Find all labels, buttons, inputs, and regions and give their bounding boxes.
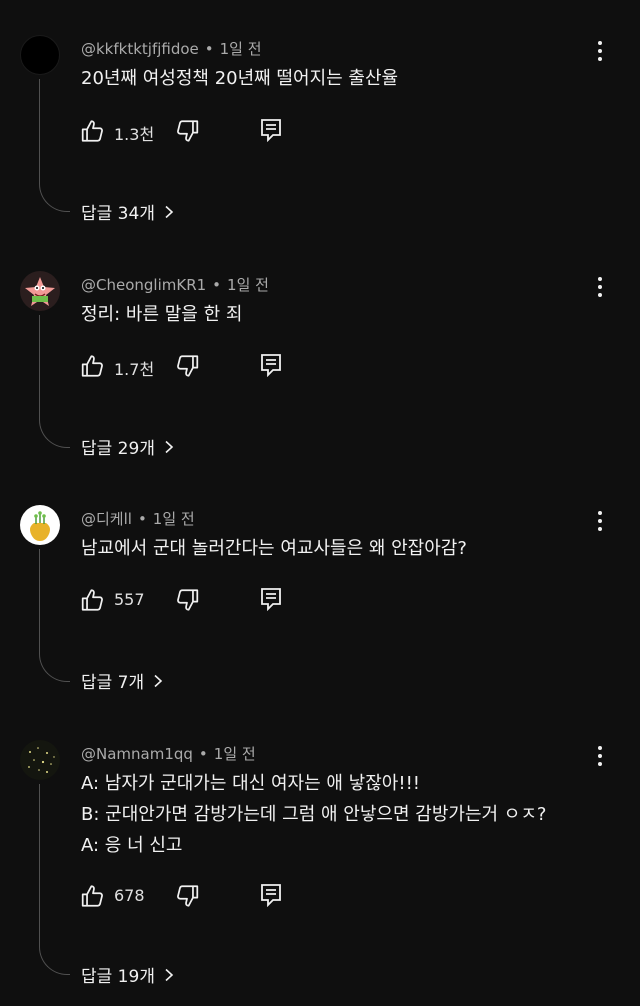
more-vert-icon[interactable] bbox=[588, 509, 612, 533]
reply-comment-icon[interactable] bbox=[260, 353, 282, 377]
comment-text: 20년째 여성정책 20년째 떨어지는 출산율 bbox=[81, 63, 398, 94]
separator-dot: • bbox=[137, 510, 147, 528]
chevron-right-icon bbox=[165, 968, 174, 981]
more-vert-icon[interactable] bbox=[588, 275, 612, 299]
like-count: 678 bbox=[114, 886, 145, 905]
comment-author[interactable]: @Namnam1qq bbox=[81, 745, 193, 763]
comment-text: 정리: 바른 말을 한 죄 bbox=[81, 299, 242, 330]
comment-line: A: 남자가 군대가는 대신 여자는 애 낳잖아!!! bbox=[81, 773, 420, 794]
thread-line bbox=[39, 784, 70, 975]
thumbs-up-icon[interactable] bbox=[80, 353, 106, 379]
thumbs-up-icon[interactable] bbox=[80, 587, 106, 613]
avatar[interactable] bbox=[20, 271, 60, 311]
starry-avatar-image bbox=[28, 747, 55, 773]
thumbs-down-icon[interactable] bbox=[174, 353, 200, 379]
like-count: 557 bbox=[114, 590, 145, 609]
separator-dot: • bbox=[204, 40, 214, 58]
comment-author[interactable]: @CheonglimKR1 bbox=[81, 276, 206, 294]
reply-comment-icon[interactable] bbox=[260, 883, 282, 907]
comment-line: 20년째 여성정책 20년째 떨어지는 출산율 bbox=[81, 68, 399, 89]
thumbs-down-icon[interactable] bbox=[174, 883, 200, 909]
comment-text: A: 남자가 군대가는 대신 여자는 애 낳잖아!!! B: 군대안가면 감방가… bbox=[81, 768, 546, 861]
thread-line bbox=[39, 549, 70, 682]
separator-dot: • bbox=[198, 745, 208, 763]
comment-time[interactable]: 1일 전 bbox=[220, 40, 262, 58]
like-count: 1.7천 bbox=[114, 360, 155, 379]
comment-time[interactable]: 1일 전 bbox=[227, 276, 269, 294]
comment-line: A: 응 너 신고 bbox=[81, 835, 183, 856]
comment-author[interactable]: @디케ll bbox=[81, 510, 132, 528]
comment-time[interactable]: 1일 전 bbox=[153, 510, 195, 528]
replies-label: 답글 7개 bbox=[81, 673, 145, 693]
more-vert-icon[interactable] bbox=[588, 744, 612, 768]
comment-meta: @Namnam1qq • 1일 전 bbox=[81, 743, 256, 764]
replies-label: 답글 19개 bbox=[81, 967, 155, 987]
comment-line: 남교에서 군대 놀러간다는 여교사들은 왜 안잡아감? bbox=[81, 538, 467, 559]
starfish-avatar-image bbox=[25, 277, 55, 306]
chevron-right-icon bbox=[165, 205, 174, 218]
comment-time[interactable]: 1일 전 bbox=[214, 745, 256, 763]
comment-actions: 1.3천 bbox=[80, 118, 300, 144]
comment-meta: @디케ll • 1일 전 bbox=[81, 508, 195, 529]
like-count: 1.3천 bbox=[114, 125, 155, 144]
comment-line: B: 군대안가면 감방가는데 그럼 애 안낳으면 감방가는거 ㅇㅈ? bbox=[81, 804, 547, 825]
comment-text: 남교에서 군대 놀러간다는 여교사들은 왜 안잡아감? bbox=[81, 533, 467, 564]
thumbs-up-icon[interactable] bbox=[80, 883, 106, 909]
reply-comment-icon[interactable] bbox=[260, 587, 282, 611]
avatar[interactable] bbox=[20, 35, 60, 75]
replies-button[interactable]: 답글 29개 bbox=[81, 434, 175, 459]
thumbs-up-icon[interactable] bbox=[80, 118, 106, 144]
comment-actions: 678 bbox=[80, 883, 300, 909]
comment-line: 정리: 바른 말을 한 죄 bbox=[81, 304, 243, 325]
replies-label: 답글 34개 bbox=[81, 204, 155, 224]
comment-meta: @kkfktktjfjfidoe • 1일 전 bbox=[81, 38, 262, 59]
more-vert-icon[interactable] bbox=[588, 39, 612, 63]
avatar[interactable] bbox=[20, 505, 60, 545]
replies-label: 답글 29개 bbox=[81, 439, 155, 459]
thumbs-down-icon[interactable] bbox=[174, 587, 200, 613]
avatar[interactable] bbox=[20, 740, 60, 780]
replies-button[interactable]: 답글 7개 bbox=[81, 668, 164, 693]
comment-author[interactable]: @kkfktktjfjfidoe bbox=[81, 40, 199, 58]
comment-meta: @CheonglimKR1 • 1일 전 bbox=[81, 274, 269, 295]
reply-comment-icon[interactable] bbox=[260, 118, 282, 142]
chevron-right-icon bbox=[154, 674, 163, 687]
replies-button[interactable]: 답글 19개 bbox=[81, 962, 175, 987]
thread-line bbox=[39, 315, 70, 448]
replies-button[interactable]: 답글 34개 bbox=[81, 199, 175, 224]
thumbs-down-icon[interactable] bbox=[174, 118, 200, 144]
chevron-right-icon bbox=[165, 440, 174, 453]
comment-actions: 557 bbox=[80, 587, 300, 613]
separator-dot: • bbox=[212, 276, 222, 294]
comment-actions: 1.7천 bbox=[80, 353, 300, 379]
thread-line bbox=[39, 79, 70, 212]
vase-avatar-image bbox=[30, 511, 50, 541]
